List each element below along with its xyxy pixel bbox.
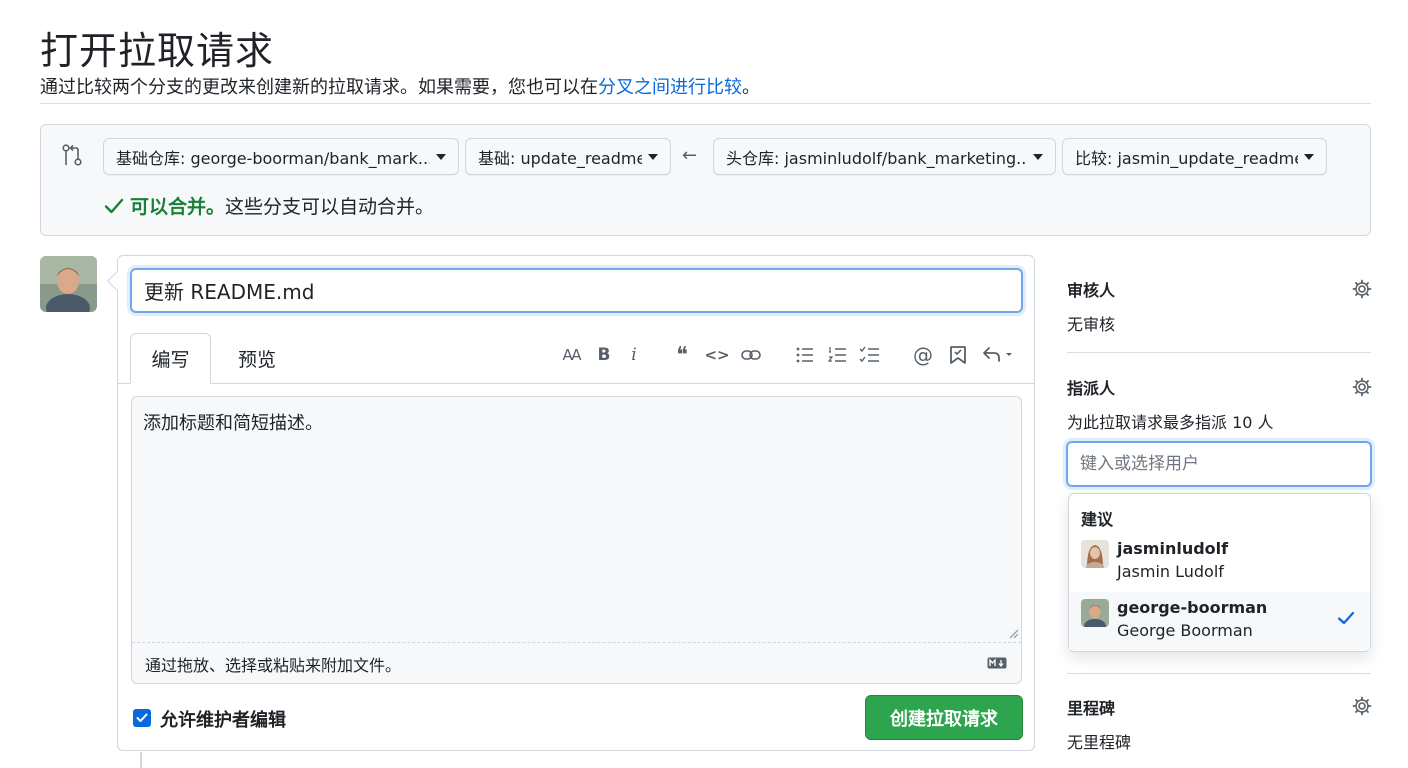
pr-body-placeholder: 添加标题和简短描述。: [143, 413, 323, 434]
compare-branch-label: 比较: jasmin_update_readme: [1075, 148, 1298, 168]
chevron-down-icon: [1033, 153, 1043, 160]
code-icon[interactable]: <>: [704, 344, 730, 366]
task-list-icon[interactable]: [858, 344, 882, 366]
assignees-hint: 为此拉取请求最多指派 10 人: [1067, 413, 1274, 432]
subtitle-text: 通过比较两个分支的更改来创建新的拉取请求。如果需要，您也可以在: [40, 77, 598, 98]
bold-icon[interactable]: B: [592, 344, 616, 366]
saved-reply-icon[interactable]: [946, 344, 970, 366]
avatar: [1081, 599, 1109, 627]
page-subtitle: 通过比较两个分支的更改来创建新的拉取请求。如果需要，您也可以在分叉之间进行比较。: [40, 73, 760, 99]
pr-body-textarea[interactable]: [131, 396, 1022, 684]
assignee-search-input[interactable]: [1066, 441, 1372, 487]
ordered-list-icon[interactable]: [826, 344, 850, 366]
header-divider: [40, 103, 1371, 104]
suggestion-login: jasminludolf: [1117, 539, 1229, 558]
italic-glyph: i: [631, 345, 637, 365]
head-repo-label: 头仓库: jasminludolf/bank_marketing...: [726, 148, 1027, 168]
code-glyph: <>: [704, 346, 730, 364]
chevron-down-icon: [1304, 153, 1314, 160]
page-title: 打开拉取请求: [40, 29, 275, 73]
mention-glyph: @: [913, 343, 933, 367]
suggestion-name: George Boorman: [1117, 621, 1253, 640]
assignees-heading: 指派人: [1067, 379, 1116, 398]
suggestion-name: Jasmin Ludolf: [1117, 562, 1224, 581]
merge-desc: 这些分支可以自动合并。: [225, 196, 435, 218]
heading-glyph: AA: [562, 346, 582, 364]
attach-files-hint[interactable]: 通过拖放、选择或粘贴来附加文件。: [145, 652, 401, 676]
reply-undo-icon[interactable]: [980, 344, 1018, 366]
mention-icon[interactable]: @: [911, 343, 935, 367]
base-repo-select[interactable]: 基础仓库: george-boorman/bank_mark...: [103, 138, 459, 175]
bold-glyph: B: [597, 345, 611, 365]
reviewers-gear-icon[interactable]: [1352, 279, 1372, 299]
allow-maintainer-edits-label[interactable]: 允许维护者编辑: [160, 706, 286, 732]
head-repo-select[interactable]: 头仓库: jasminludolf/bank_marketing...: [713, 138, 1056, 175]
allow-maintainer-edits-checkbox[interactable]: [133, 709, 151, 727]
resize-handle-icon[interactable]: [1007, 627, 1019, 639]
milestone-value: 无里程碑: [1067, 733, 1132, 752]
sidebar-divider: [1067, 673, 1371, 674]
milestone-heading: 里程碑: [1067, 699, 1116, 718]
tab-write[interactable]: 编写: [130, 333, 211, 384]
quote-glyph: ❝: [676, 342, 688, 368]
timeline-line: [140, 752, 142, 768]
chevron-down-icon: [436, 153, 446, 160]
avatar: [1081, 540, 1109, 568]
reviewers-heading: 审核人: [1067, 281, 1116, 300]
compare-forks-link[interactable]: 分叉之间进行比较: [598, 77, 742, 98]
link-icon[interactable]: [739, 344, 763, 366]
suggestions-heading: 建议: [1081, 510, 1114, 529]
assignees-gear-icon[interactable]: [1352, 377, 1372, 397]
italic-icon[interactable]: i: [622, 344, 646, 366]
subtitle-suffix: 。: [742, 77, 760, 98]
checkbox-check-icon: [136, 713, 148, 722]
milestone-gear-icon[interactable]: [1352, 696, 1372, 716]
tabs-divider: [118, 383, 1034, 384]
arrow-left-icon: ←: [682, 145, 698, 166]
create-pull-request-button[interactable]: 创建拉取请求: [865, 695, 1023, 740]
check-icon: [104, 198, 124, 213]
suggestion-item-jasminludolf[interactable]: jasminludolf Jasmin Ludolf: [1069, 533, 1370, 591]
compare-icon: [62, 144, 82, 166]
chevron-down-icon: [648, 153, 658, 160]
attach-divider: [132, 642, 1021, 643]
suggestion-item-george-boorman[interactable]: george-boorman George Boorman: [1069, 592, 1370, 650]
base-branch-select[interactable]: 基础: update_readme: [465, 138, 671, 175]
tab-preview[interactable]: 预览: [222, 333, 292, 383]
pr-title-input[interactable]: [130, 268, 1023, 313]
merge-ok-label: 可以合并。: [130, 196, 226, 218]
base-repo-label: 基础仓库: george-boorman/bank_mark...: [116, 148, 430, 168]
suggestion-login: george-boorman: [1117, 598, 1268, 617]
sidebar-divider: [1067, 352, 1371, 353]
quote-icon[interactable]: ❝: [670, 342, 694, 368]
merge-status: 可以合并。 这些分支可以自动合并。: [104, 192, 434, 219]
reviewers-value: 无审核: [1067, 315, 1116, 334]
compare-branch-select[interactable]: 比较: jasmin_update_readme: [1062, 138, 1327, 175]
selected-check-icon: [1337, 611, 1355, 625]
unordered-list-icon[interactable]: [793, 344, 817, 366]
markdown-icon: [987, 657, 1007, 669]
base-branch-label: 基础: update_readme: [478, 148, 642, 168]
avatar: [40, 256, 97, 312]
heading-icon[interactable]: AA: [558, 344, 584, 366]
